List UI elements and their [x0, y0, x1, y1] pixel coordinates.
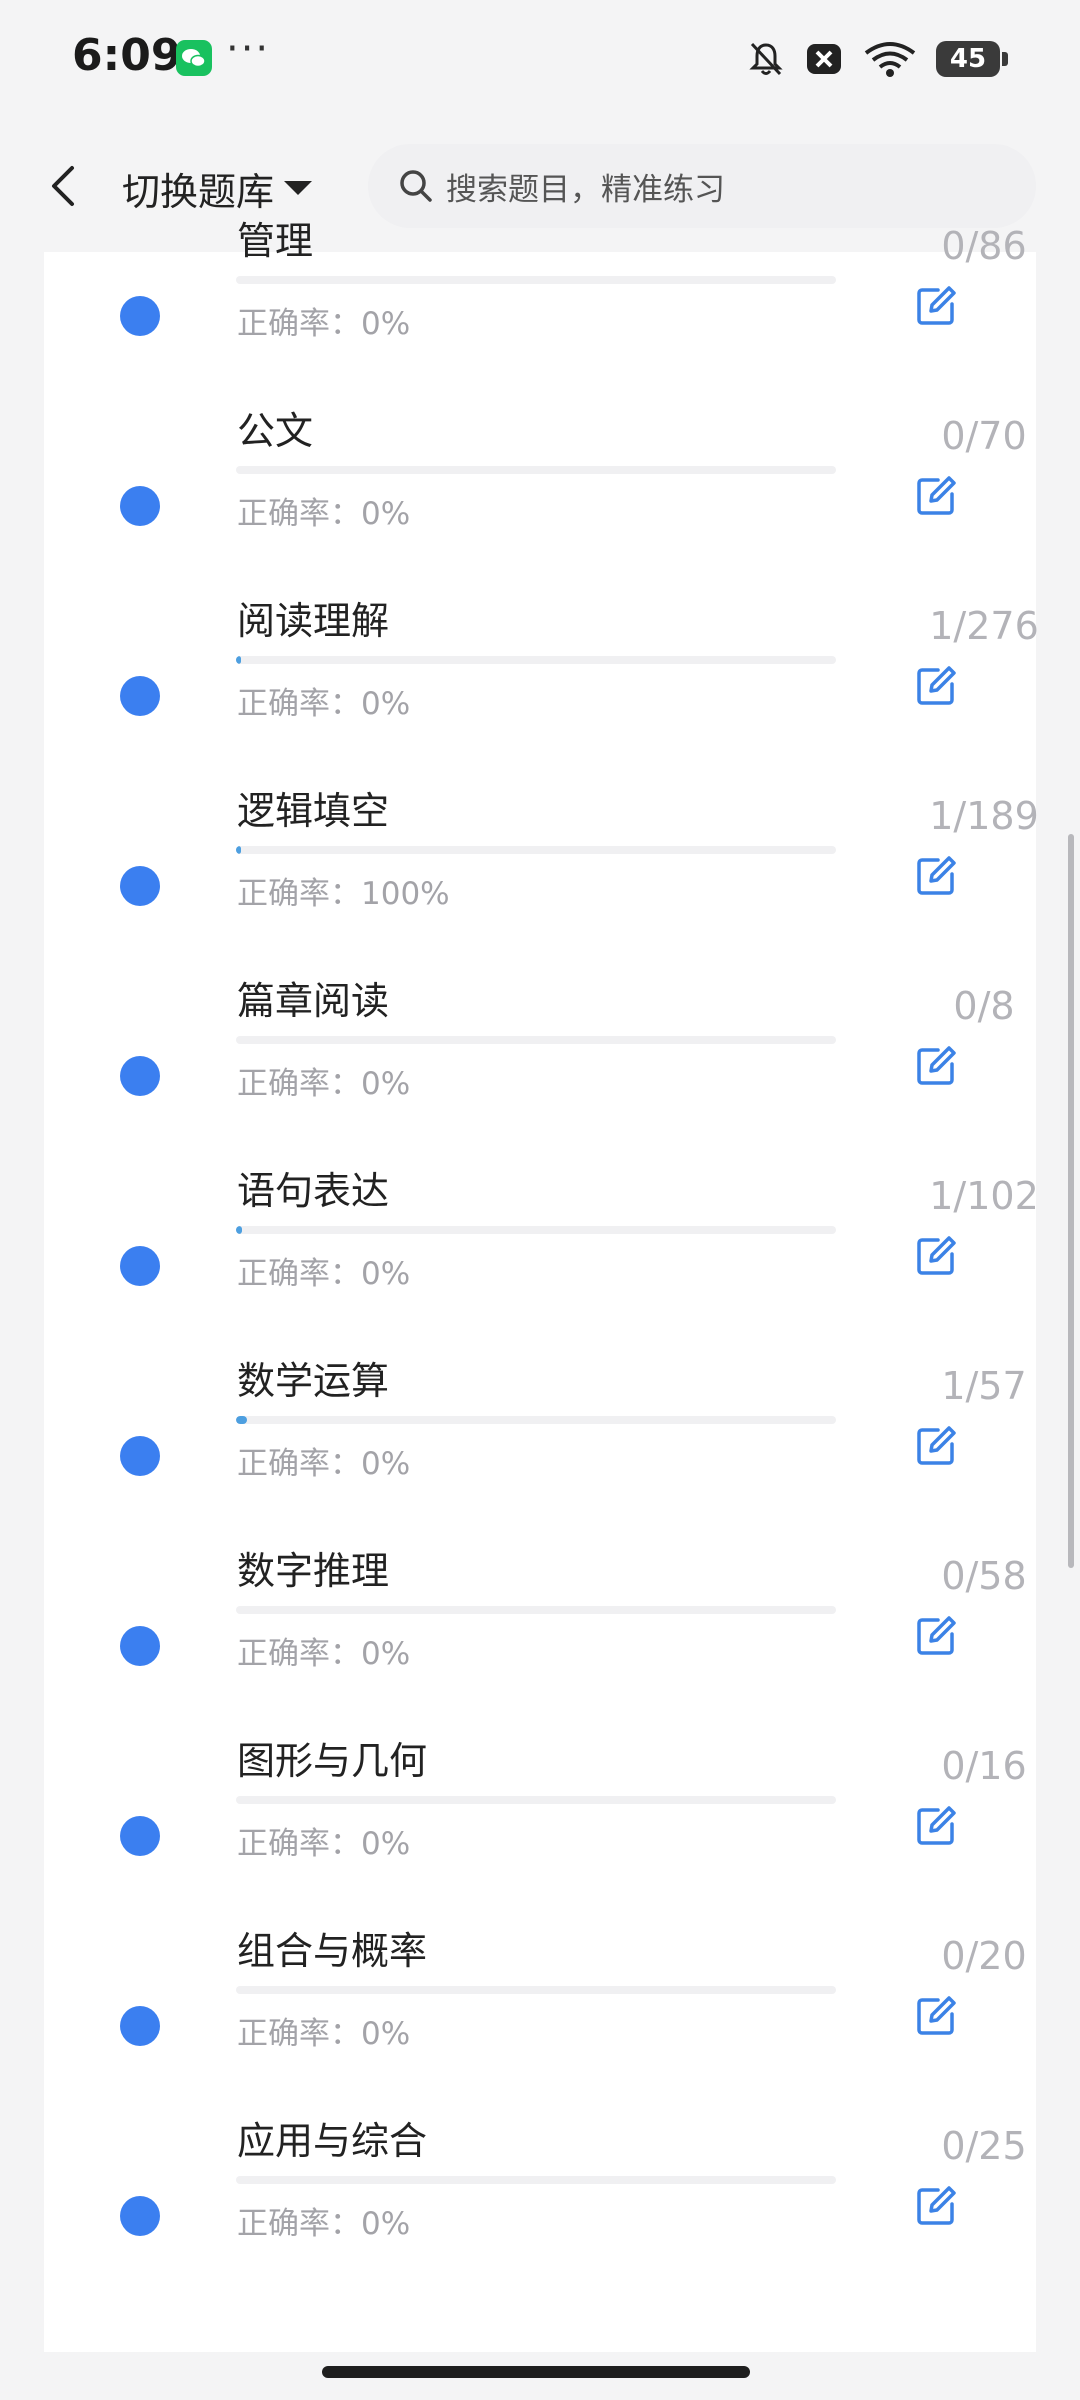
topic-dot — [120, 1626, 160, 1666]
topic-accuracy: 正确率：0% — [237, 1446, 411, 1482]
topic-row[interactable]: 公文正确率：0% 0/70 — [44, 390, 1036, 580]
topic-progress-bar — [236, 1796, 836, 1804]
topic-progress-fill — [236, 656, 241, 664]
edit-practice-icon[interactable] — [914, 2184, 958, 2228]
topic-dot — [120, 486, 160, 526]
edit-practice-icon[interactable] — [914, 1994, 958, 2038]
more-notifications-icon: ··· — [226, 26, 271, 72]
topic-title: 语句表达 — [237, 1169, 390, 1213]
topic-row[interactable]: 数学运算正确率：0% 1/57 — [44, 1340, 1036, 1530]
topic-row[interactable]: 管理正确率：0% 0/86 — [44, 200, 1036, 390]
topic-title: 应用与综合 — [237, 2119, 428, 2163]
topic-progress-fill — [236, 1226, 242, 1234]
status-time: 6:09 — [72, 30, 182, 81]
edit-practice-icon[interactable] — [914, 1044, 958, 1088]
edit-practice-icon[interactable] — [914, 284, 958, 328]
topic-dot — [120, 296, 160, 336]
topic-dot — [120, 2196, 160, 2236]
topic-count: 1/189 — [929, 794, 1039, 838]
topic-title: 数学运算 — [237, 1359, 390, 1403]
topic-list: 管理 正确率：0% 0/86 公文 正确率：0% 0/70 阅读理解 正确率：0% 1/276 逻… — [44, 219, 1039, 2352]
topic-accuracy: 正确率：0% — [237, 496, 411, 532]
topic-count: 1/102 — [929, 1174, 1039, 1218]
topic-title: 公文 — [237, 409, 314, 453]
topic-count: 0/20 — [941, 1934, 1027, 1978]
topic-dot — [120, 866, 160, 906]
topic-accuracy: 正确率：0% — [237, 1636, 411, 1672]
topic-progress-fill — [236, 1416, 247, 1424]
topic-progress-bar — [236, 1416, 836, 1424]
sim-disabled-icon — [807, 44, 841, 74]
edit-practice-icon[interactable] — [914, 1234, 958, 1278]
wifi-icon — [864, 42, 916, 77]
topic-row[interactable]: 逻辑填空正确率：100% 1/189 — [44, 770, 1039, 960]
topic-title: 篇章阅读 — [237, 979, 390, 1023]
topic-row[interactable]: 数字推理正确率：0% 0/58 — [44, 1530, 1036, 1720]
topic-progress-bar — [236, 1986, 836, 1994]
topic-progress-bar — [236, 1606, 836, 1614]
topic-progress-bar — [236, 1226, 836, 1234]
topic-row[interactable]: 组合与概率正确率：0% 0/20 — [44, 1910, 1036, 2100]
topic-dot — [120, 1056, 160, 1096]
edit-practice-icon[interactable] — [914, 1804, 958, 1848]
edit-practice-icon[interactable] — [914, 664, 958, 708]
topic-count: 0/58 — [941, 1554, 1027, 1598]
edit-practice-icon[interactable] — [914, 1614, 958, 1658]
topic-row[interactable]: 图形与几何正确率：0% 0/16 — [44, 1720, 1036, 1910]
topic-progress-bar — [236, 656, 836, 664]
edit-practice-icon[interactable] — [914, 474, 958, 518]
topic-count: 0/70 — [941, 414, 1027, 458]
status-icons: 45 — [746, 34, 1008, 84]
topic-title: 数字推理 — [237, 1549, 390, 1593]
topic-row[interactable]: 应用与综合正确率：0% 0/25 — [44, 2100, 1036, 2290]
topic-row[interactable]: 篇章阅读正确率：0% 0/8 — [44, 960, 1036, 1150]
topic-progress-bar — [236, 1036, 836, 1044]
topic-accuracy: 正确率：0% — [237, 306, 411, 342]
scrollbar[interactable] — [1068, 834, 1074, 1568]
wechat-notification-icon — [176, 40, 212, 76]
topic-row[interactable]: 语句表达正确率：0% 1/102 — [44, 1150, 1039, 1340]
topic-dot — [120, 676, 160, 716]
topic-accuracy: 正确率：0% — [237, 2206, 411, 2242]
topic-title: 管理 — [237, 219, 314, 263]
topic-accuracy: 正确率：100% — [237, 876, 450, 912]
edit-practice-icon[interactable] — [914, 1424, 958, 1468]
topic-title: 逻辑填空 — [237, 789, 390, 833]
topic-count: 0/16 — [941, 1744, 1027, 1788]
topic-count: 0/86 — [941, 224, 1027, 268]
topic-count: 1/57 — [941, 1364, 1027, 1408]
topic-row[interactable]: 阅读理解正确率：0% 1/276 — [44, 580, 1039, 770]
topic-dot — [120, 1436, 160, 1476]
topic-accuracy: 正确率：0% — [237, 1066, 411, 1102]
topic-accuracy: 正确率：0% — [237, 1256, 411, 1292]
topic-progress-bar — [236, 846, 836, 854]
topic-count: 1/276 — [929, 604, 1039, 648]
topic-dot — [120, 2006, 160, 2046]
battery-icon: 45 — [936, 41, 1008, 77]
topic-title: 图形与几何 — [237, 1739, 428, 1783]
mute-bell-icon — [749, 42, 783, 76]
topic-progress-bar — [236, 466, 836, 474]
caret-down-icon — [284, 181, 313, 195]
topic-progress-bar — [236, 2176, 836, 2184]
topic-accuracy: 正确率：0% — [237, 686, 411, 722]
home-indicator[interactable] — [322, 2366, 750, 2378]
topic-dot — [120, 1246, 160, 1286]
topic-progress-fill — [236, 846, 241, 854]
topic-count: 0/8 — [953, 984, 1015, 1028]
topic-dot — [120, 1816, 160, 1856]
edit-practice-icon[interactable] — [914, 854, 958, 898]
status-bar: 6:09 ··· 45 — [0, 0, 1080, 118]
topic-progress-bar — [236, 276, 836, 284]
topic-count: 0/25 — [941, 2124, 1027, 2168]
topic-accuracy: 正确率：0% — [237, 1826, 411, 1862]
topic-accuracy: 正确率：0% — [237, 2016, 411, 2052]
topic-title: 组合与概率 — [237, 1929, 428, 1973]
topic-title: 阅读理解 — [237, 599, 390, 643]
